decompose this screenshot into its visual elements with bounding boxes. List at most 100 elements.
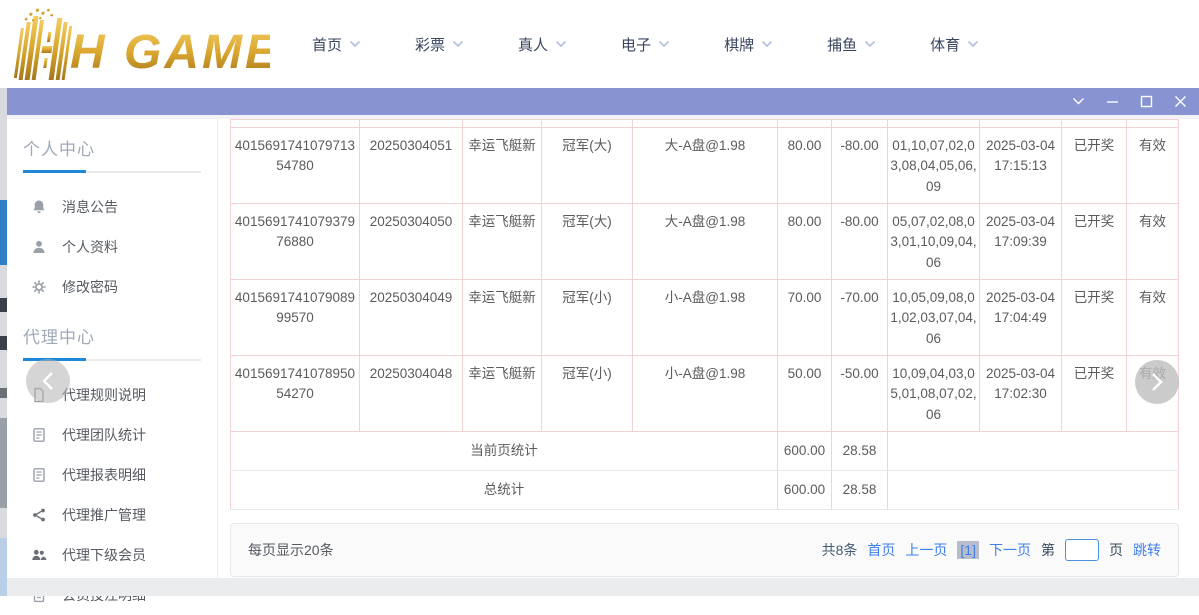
nav-item-cards[interactable]: 棋牌 xyxy=(724,34,773,55)
page-size-text: 每页显示20条 xyxy=(248,540,334,560)
chevron-down-icon xyxy=(658,40,670,48)
window-body: 个人中心 消息公告 个人资料 修改密码 代理中心 xyxy=(7,119,1199,578)
play-cell: 冠军(小) xyxy=(542,280,633,356)
summary-label: 总统计 xyxy=(231,471,778,510)
table-row[interactable]: 401569174107895054270 20250304048 幸运飞艇新 … xyxy=(231,356,1179,432)
winloss-cell: -80.00 xyxy=(832,128,888,204)
chevron-down-icon xyxy=(452,40,464,48)
summary-label: 当前页统计 xyxy=(231,432,778,471)
order-id-cell: 401569174107971354780 xyxy=(231,128,360,204)
bet-content-cell: 大-A盘@1.98 xyxy=(633,128,778,204)
section-divider xyxy=(23,171,201,173)
nav-item-home[interactable]: 首页 xyxy=(312,34,361,55)
sidebar-item-profile[interactable]: 个人资料 xyxy=(7,227,217,267)
pagination-bar: 每页显示20条 共8条 首页 上一页 [1] 下一页 第 页 跳转 xyxy=(230,523,1179,577)
scroll-left-button[interactable] xyxy=(26,359,70,403)
bet-content-cell: 大-A盘@1.98 xyxy=(633,204,778,280)
total-count-text: 共8条 xyxy=(822,540,858,560)
hh-game-logo-icon: H GAME xyxy=(8,6,270,80)
sidebar-item-agent-team-stats[interactable]: 代理团队统计 xyxy=(7,415,217,455)
summary-result: 28.58 xyxy=(832,432,888,471)
play-cell: 冠军(大) xyxy=(542,128,633,204)
valid-status-cell: 有效 xyxy=(1127,204,1179,280)
game-cell: 幸运飞艇新 xyxy=(463,280,542,356)
site-header: H GAME 首页 彩票 真人 电子 棋牌 xyxy=(0,0,1199,88)
sidebar-item-agent-report-detail[interactable]: 代理报表明细 xyxy=(7,455,217,495)
nav-item-live[interactable]: 真人 xyxy=(518,34,567,55)
chevron-down-icon xyxy=(967,40,979,48)
sidebar-item-agent-sub-members[interactable]: 代理下级会员 xyxy=(7,535,217,575)
scroll-right-button[interactable] xyxy=(1135,360,1179,404)
bet-records-table: 401569174107971354780 20250304051 幸运飞艇新 … xyxy=(230,119,1179,510)
sidebar-item-messages[interactable]: 消息公告 xyxy=(7,187,217,227)
issue-cell: 20250304051 xyxy=(360,128,463,204)
sidebar-section-agent-title: 代理中心 xyxy=(23,323,201,348)
nav-item-slots[interactable]: 电子 xyxy=(621,34,670,55)
draw-status-cell: 已开奖 xyxy=(1062,356,1127,432)
jump-button[interactable]: 跳转 xyxy=(1133,540,1161,560)
report-icon xyxy=(31,467,47,483)
nav-item-lottery[interactable]: 彩票 xyxy=(415,34,464,55)
amount-cell: 70.00 xyxy=(778,280,832,356)
current-page-indicator: [1] xyxy=(957,541,979,559)
amount-cell: 80.00 xyxy=(778,128,832,204)
close-icon[interactable] xyxy=(1173,95,1187,109)
time-cell: 2025-03-04 17:09:39 xyxy=(980,204,1062,280)
table-row[interactable]: 401569174107937976880 20250304050 幸运飞艇新 … xyxy=(231,204,1179,280)
total-summary-row: 总统计 600.00 28.58 xyxy=(231,471,1179,510)
nav-item-fishing[interactable]: 捕鱼 xyxy=(827,34,876,55)
bet-content-cell: 小-A盘@1.98 xyxy=(633,280,778,356)
game-cell: 幸运飞艇新 xyxy=(463,204,542,280)
summary-result: 28.58 xyxy=(832,471,888,510)
draw-result-cell: 10,09,04,03,05,01,08,07,02,06 xyxy=(888,356,980,432)
play-cell: 冠军(大) xyxy=(542,204,633,280)
collapse-icon[interactable] xyxy=(1071,95,1085,109)
share-icon xyxy=(31,507,47,523)
draw-status-cell: 已开奖 xyxy=(1062,204,1127,280)
table-row[interactable]: 401569174107908999570 20250304049 幸运飞艇新 … xyxy=(231,280,1179,356)
table-row[interactable]: 401569174107971354780 20250304051 幸运飞艇新 … xyxy=(231,128,1179,204)
app-window: 个人中心 消息公告 个人资料 修改密码 代理中心 xyxy=(7,88,1199,596)
logo-text: H GAME xyxy=(70,26,270,79)
amount-cell: 80.00 xyxy=(778,204,832,280)
valid-status-cell: 有效 xyxy=(1127,128,1179,204)
order-id-cell: 401569174107908999570 xyxy=(231,280,360,356)
bell-icon xyxy=(31,199,47,215)
chevron-down-icon xyxy=(555,40,567,48)
page-jump-input[interactable] xyxy=(1065,539,1099,561)
maximize-icon[interactable] xyxy=(1139,95,1153,109)
valid-status-cell: 有效 xyxy=(1127,280,1179,356)
chevron-down-icon xyxy=(349,40,361,48)
summary-amount: 600.00 xyxy=(778,471,832,510)
brand-logo[interactable]: H GAME xyxy=(8,6,270,85)
issue-cell: 20250304050 xyxy=(360,204,463,280)
draw-result-cell: 01,10,07,02,03,08,04,05,06,09 xyxy=(888,128,980,204)
next-page-link[interactable]: 下一页 xyxy=(989,540,1031,560)
users-icon xyxy=(31,547,47,563)
prev-page-link[interactable]: 上一页 xyxy=(905,540,947,560)
draw-result-cell: 10,05,09,08,01,02,03,07,04,06 xyxy=(888,280,980,356)
sidebar-item-agent-promotion[interactable]: 代理推广管理 xyxy=(7,495,217,535)
window-titlebar xyxy=(7,88,1199,115)
game-cell: 幸运飞艇新 xyxy=(463,128,542,204)
winloss-cell: -70.00 xyxy=(832,280,888,356)
chevron-down-icon xyxy=(761,40,773,48)
table-row-clipped xyxy=(231,120,1179,128)
background-page-edge xyxy=(0,88,7,596)
nav-item-sports[interactable]: 体育 xyxy=(930,34,979,55)
winloss-cell: -50.00 xyxy=(832,356,888,432)
summary-amount: 600.00 xyxy=(778,432,832,471)
issue-cell: 20250304048 xyxy=(360,356,463,432)
window-bottom-band xyxy=(7,578,1199,596)
draw-result-cell: 05,07,02,08,03,01,10,09,04,06 xyxy=(888,204,980,280)
minimize-icon[interactable] xyxy=(1105,95,1119,109)
chevron-down-icon xyxy=(864,40,876,48)
draw-status-cell: 已开奖 xyxy=(1062,128,1127,204)
sidebar-item-change-password[interactable]: 修改密码 xyxy=(7,267,217,307)
amount-cell: 50.00 xyxy=(778,356,832,432)
winloss-cell: -80.00 xyxy=(832,204,888,280)
first-page-link[interactable]: 首页 xyxy=(867,540,895,560)
time-cell: 2025-03-04 17:04:49 xyxy=(980,280,1062,356)
jump-prefix-label: 第 xyxy=(1041,540,1055,560)
bet-content-cell: 小-A盘@1.98 xyxy=(633,356,778,432)
